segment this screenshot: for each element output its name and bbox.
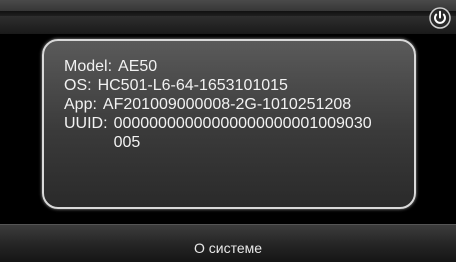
uuid-value: 00000000000000000000001009030005 xyxy=(113,115,372,151)
power-button[interactable] xyxy=(427,5,452,30)
model-row: Model: AE50 xyxy=(64,57,394,76)
app-row: App: AF201009000008-2G-1010251208 xyxy=(64,95,394,114)
app-value: AF201009000008-2G-1010251208 xyxy=(102,96,352,113)
os-row: OS: HC501-L6-64-1653101015 xyxy=(64,76,394,95)
bottom-bar: О системе xyxy=(0,224,456,262)
uuid-row: UUID: 00000000000000000000001009030005 xyxy=(64,114,394,152)
model-value: AE50 xyxy=(118,58,158,75)
main-area: Model: AE50 OS: HC501-L6-64-1653101015 A… xyxy=(0,34,456,224)
system-info-screen: Model: AE50 OS: HC501-L6-64-1653101015 A… xyxy=(0,0,456,262)
device-info-panel: Model: AE50 OS: HC501-L6-64-1653101015 A… xyxy=(42,39,416,209)
model-label: Model: xyxy=(64,58,113,75)
power-icon xyxy=(428,6,451,29)
os-label: OS: xyxy=(64,77,92,94)
top-bar-stripe xyxy=(0,11,456,16)
uuid-label: UUID: xyxy=(64,115,108,132)
app-label: App: xyxy=(64,96,97,113)
os-value: HC501-L6-64-1653101015 xyxy=(97,77,288,94)
screen-title: О системе xyxy=(193,240,263,256)
top-bar xyxy=(0,0,456,35)
